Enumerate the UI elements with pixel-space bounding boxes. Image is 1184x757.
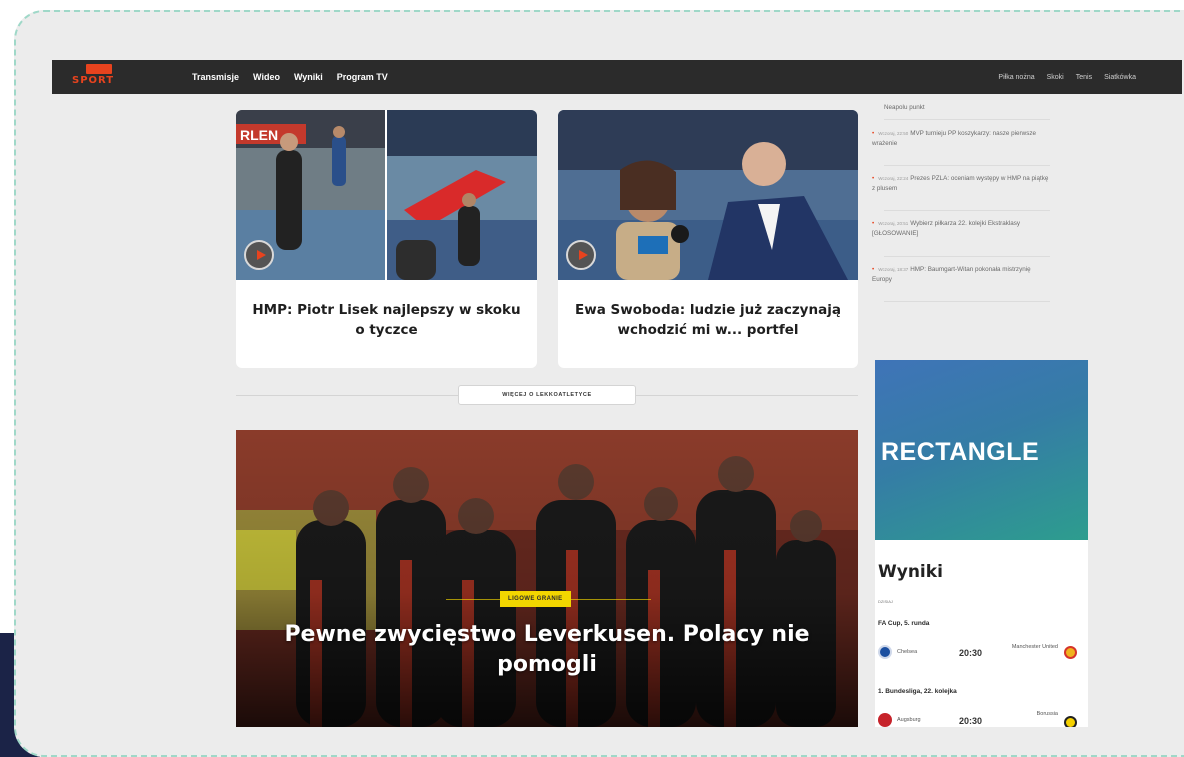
category-badge[interactable]: LIGOWE GRANIE — [500, 591, 571, 607]
news-time: Wczoraj, 22:24 — [878, 176, 909, 181]
main-menu: Transmisje Wideo Wyniki Program TV — [192, 60, 388, 94]
logo-badge — [86, 64, 112, 74]
video-thumbnail[interactable] — [558, 110, 858, 280]
nav-link-tenis[interactable]: Tenis — [1076, 74, 1092, 81]
nav-link-wyniki[interactable]: Wyniki — [294, 72, 323, 82]
news-time: Wczoraj, 22:50 — [878, 131, 909, 136]
news-time: Wczoraj, 20:51 — [878, 221, 909, 226]
team-name: Chelsea — [897, 649, 918, 655]
news-item[interactable]: • Wczoraj, 22:24 Prezes PZLA: oceniam wyst… — [872, 174, 1052, 194]
screenshot-frame: SPORT Transmisje Wideo Wyniki Program TV… — [14, 10, 1184, 757]
bullet-icon: • — [872, 220, 875, 227]
results-widget: Wyniki DZISIAJ FA Cup, 5. runda Chelsea … — [875, 540, 1088, 727]
nav-link-siatkowka[interactable]: Siatkówka — [1104, 74, 1136, 81]
team-name: Augsburg — [897, 717, 921, 723]
divider — [884, 210, 1050, 211]
ad-label: RECTANGLE — [881, 438, 1040, 466]
play-icon[interactable] — [244, 240, 274, 270]
news-item[interactable]: Neapolu punkt — [884, 103, 1064, 113]
news-item[interactable]: • Wczoraj, 20:51 Wybierz piłkarza 22. kole… — [872, 219, 1052, 239]
play-icon[interactable] — [566, 240, 596, 270]
league-name[interactable]: FA Cup, 5. runda — [878, 620, 929, 627]
nav-link-program-tv[interactable]: Program TV — [337, 72, 388, 82]
news-item[interactable]: • Wczoraj, 18:37 HMP: Baumgart-Witan pokon… — [872, 265, 1052, 285]
hero-headline[interactable]: Pewne zwycięstwo Leverkusen. Polacy nie … — [276, 620, 818, 680]
results-day: DZISIAJ — [878, 599, 893, 604]
nav-link-skoki[interactable]: Skoki — [1047, 74, 1064, 81]
divider — [884, 119, 1050, 120]
team-crest-icon — [1064, 646, 1077, 659]
news-time: Wczoraj, 18:37 — [878, 267, 909, 272]
team-crest-icon — [878, 645, 892, 659]
bullet-icon: • — [872, 266, 875, 273]
video-card-title[interactable]: HMP: Piotr Lisek najlepszy w skoku o tyc… — [246, 300, 527, 340]
bullet-icon: • — [872, 130, 875, 137]
football-team-photo — [236, 430, 858, 727]
league-name[interactable]: 1. Bundesliga, 22. kolejka — [878, 688, 957, 695]
video-card[interactable]: RLEN HMP: Piotr Lisek najlepszy w skoku … — [236, 110, 537, 368]
top-navigation: SPORT Transmisje Wideo Wyniki Program TV… — [52, 60, 1182, 94]
away-team[interactable]: Borussia — [1008, 710, 1058, 719]
divider — [884, 256, 1050, 257]
browser-viewport: SPORT Transmisje Wideo Wyniki Program TV… — [52, 49, 1182, 727]
nav-link-wideo[interactable]: Wideo — [253, 72, 280, 82]
video-thumbnail[interactable]: RLEN — [236, 110, 537, 280]
match-time[interactable]: 20:30 — [959, 716, 982, 726]
divider — [884, 165, 1050, 166]
bullet-icon: • — [872, 175, 875, 182]
athletics-photo: RLEN — [236, 110, 537, 280]
nav-link-transmisje[interactable]: Transmisje — [192, 72, 239, 82]
svg-text:RLEN: RLEN — [240, 127, 278, 143]
results-title[interactable]: Wyniki — [878, 562, 943, 582]
more-section: WIĘCEJ O LEKKOATLETYCE — [236, 385, 858, 405]
video-card[interactable]: Ewa Swoboda: ludzie już zaczynają wchodz… — [558, 110, 858, 368]
team-crest-icon — [878, 713, 892, 727]
hero-article[interactable]: LIGOWE GRANIE Pewne zwycięstwo Leverkuse… — [236, 430, 858, 727]
divider — [884, 301, 1050, 302]
site-logo[interactable]: SPORT — [68, 64, 132, 90]
sport-menu: Piłka nożna Skoki Tenis Siatkówka — [998, 60, 1136, 94]
ad-rectangle[interactable]: RECTANGLE — [875, 360, 1088, 540]
home-team[interactable]: Chelsea — [878, 645, 917, 659]
home-team[interactable]: Augsburg — [878, 713, 921, 727]
match-time[interactable]: 20:30 — [959, 648, 982, 658]
team-crest-icon — [1064, 716, 1077, 727]
more-athletics-button[interactable]: WIĘCEJ O LEKKOATLETYCE — [458, 385, 636, 405]
news-text: Neapolu punkt — [884, 104, 925, 111]
news-item[interactable]: • Wczoraj, 22:50 MVP turnieju PP koszykarz… — [872, 129, 1052, 149]
nav-link-pilka-nozna[interactable]: Piłka nożna — [998, 74, 1034, 81]
page-stage: SPORT Transmisje Wideo Wyniki Program TV… — [0, 0, 1184, 757]
away-team[interactable]: Manchester United — [1008, 643, 1058, 652]
video-card-title[interactable]: Ewa Swoboda: ludzie już zaczynają wchodz… — [568, 300, 848, 340]
interview-photo — [558, 110, 858, 280]
logo-text: SPORT — [72, 75, 115, 86]
